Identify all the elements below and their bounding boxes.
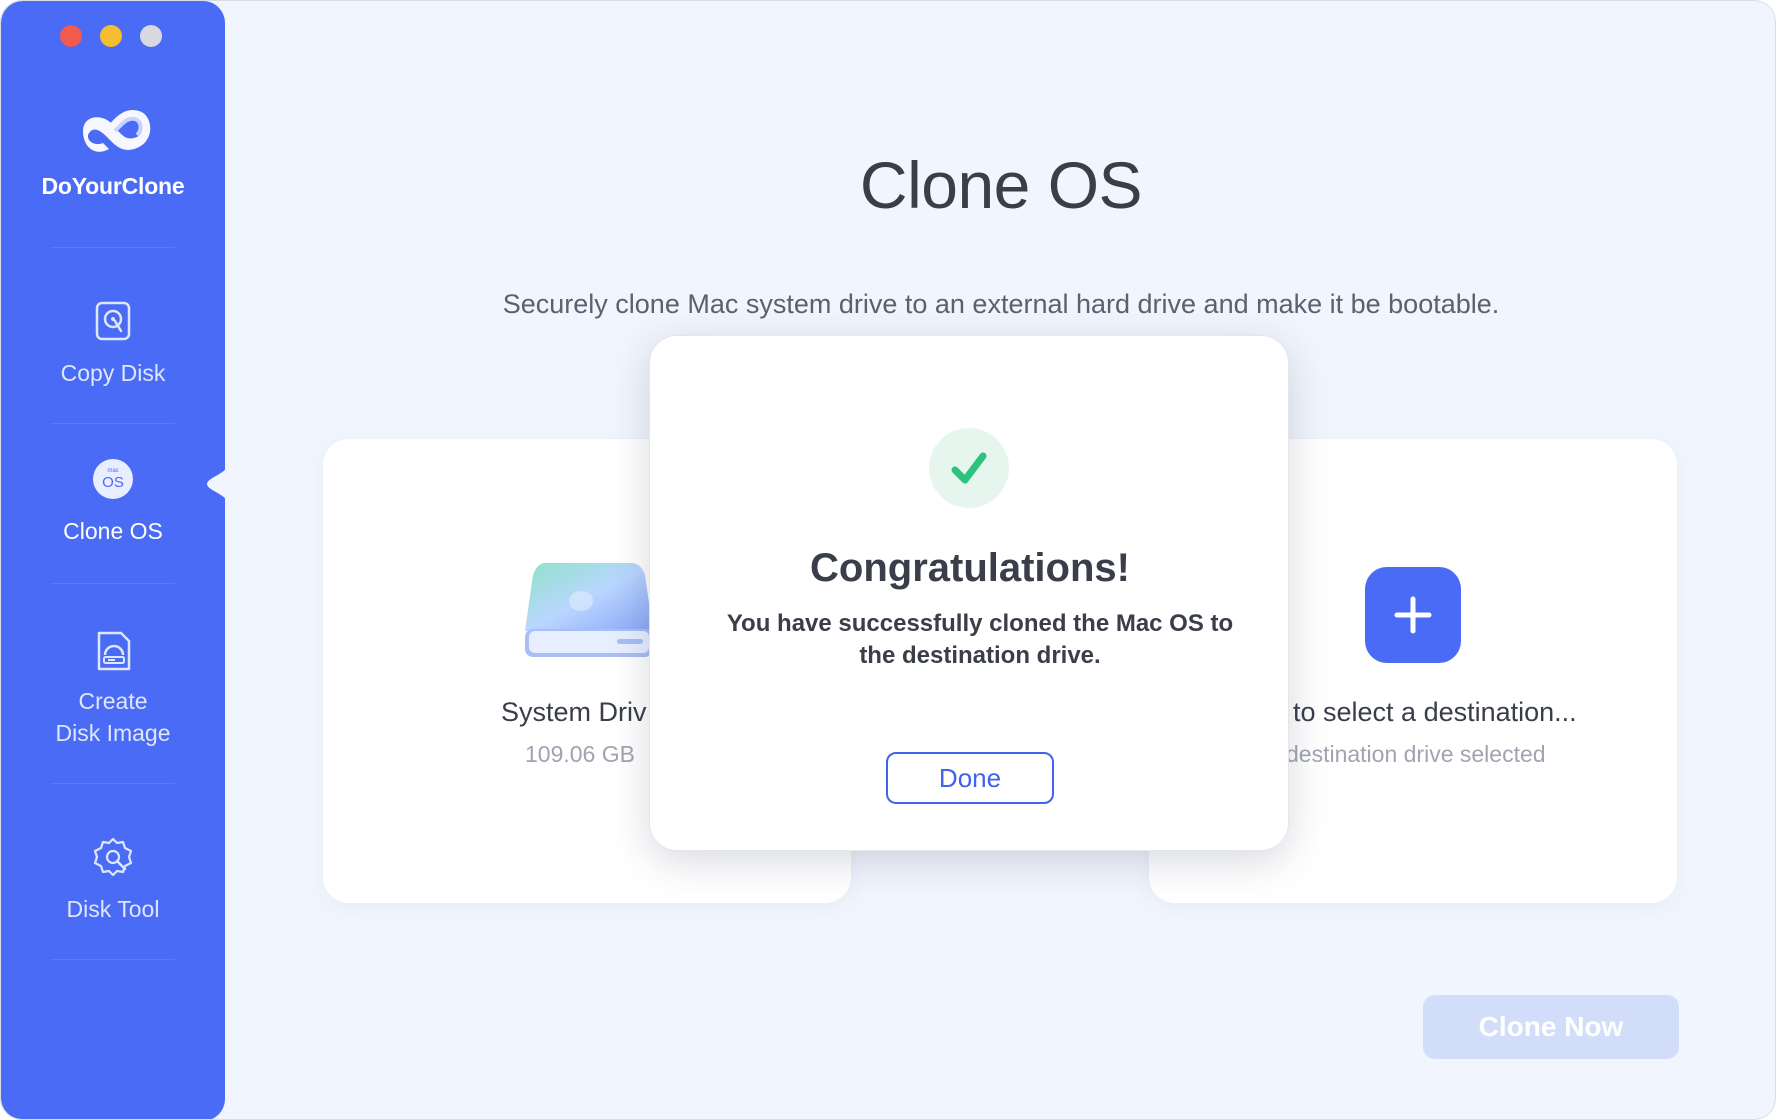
dialog-title: Congratulations! (810, 546, 1130, 590)
active-indicator (207, 459, 231, 509)
sidebar-item-create-disk-image[interactable]: Create Disk Image (1, 629, 225, 749)
sidebar-divider (51, 959, 175, 960)
sidebar-divider (51, 423, 175, 424)
sidebar-item-label: Disk Tool (66, 896, 160, 922)
source-drive-name: System Driv (501, 697, 647, 727)
sidebar-item-label-line1: Create (78, 688, 148, 714)
svg-text:OS: OS (102, 474, 124, 491)
add-destination-button[interactable] (1365, 567, 1461, 663)
destination-status: destination drive selected (1286, 741, 1546, 767)
maximize-window-button[interactable] (140, 25, 162, 47)
page-subtitle: Securely clone Mac system drive to an ex… (502, 289, 1500, 319)
sidebar-item-clone-os[interactable]: mac OS Clone OS (1, 457, 225, 547)
plus-icon (1394, 596, 1432, 634)
done-button[interactable]: Done (886, 752, 1054, 804)
close-window-button[interactable] (60, 25, 82, 47)
source-drive-size: 109.06 GB (525, 741, 635, 767)
sidebar-divider (51, 247, 175, 248)
sidebar-item-disk-tool[interactable]: Disk Tool (1, 835, 225, 925)
success-badge (929, 428, 1009, 508)
destination-prompt: to select a destination... (1293, 697, 1577, 727)
sidebar-item-label: Clone OS (63, 518, 163, 544)
sidebar-item-label-line2: Disk Image (55, 720, 171, 746)
success-dialog: Congratulations! You have successfully c… (649, 335, 1289, 851)
app-window: DoYourClone Copy Disk mac OS Clone OS Cr… (0, 0, 1776, 1120)
clone-now-button[interactable]: Clone Now (1423, 995, 1679, 1059)
traffic-lights (60, 25, 162, 47)
dialog-message: You have successfully cloned the Mac OS … (726, 610, 1234, 669)
sidebar-divider (51, 783, 175, 784)
disk-image-icon (97, 631, 131, 671)
page-title: Clone OS (859, 148, 1143, 222)
hard-drive-icon (525, 563, 653, 657)
sidebar-item-copy-disk[interactable]: Copy Disk (1, 299, 225, 389)
minimize-window-button[interactable] (100, 25, 122, 47)
checkmark-icon (951, 452, 987, 484)
copy-disk-icon (95, 301, 131, 341)
app-name: DoYourClone (41, 173, 185, 199)
gear-wrench-icon (93, 837, 133, 877)
sidebar-item-label: Copy Disk (60, 360, 166, 386)
sidebar: DoYourClone Copy Disk mac OS Clone OS Cr… (1, 1, 225, 1119)
sidebar-divider (51, 583, 175, 584)
macos-icon: mac OS (93, 459, 133, 499)
app-logo-icon (83, 109, 151, 152)
